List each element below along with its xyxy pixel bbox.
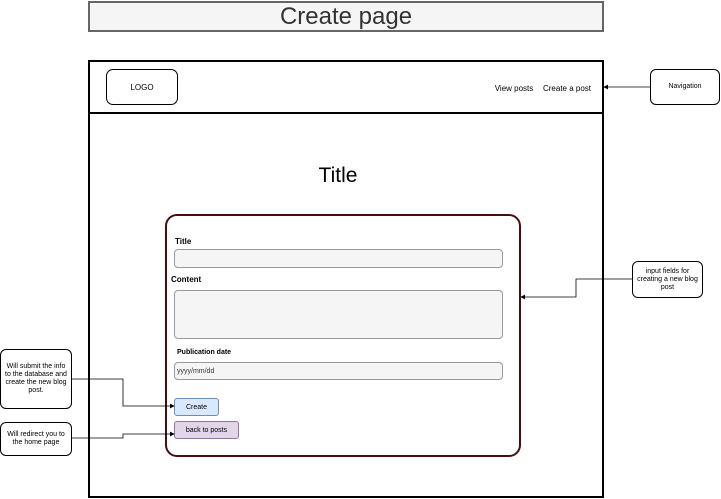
input-fields-connector [520,278,632,300]
redirect-connector [72,431,175,439]
submit-connector [72,378,175,409]
connector-lines [72,84,650,439]
